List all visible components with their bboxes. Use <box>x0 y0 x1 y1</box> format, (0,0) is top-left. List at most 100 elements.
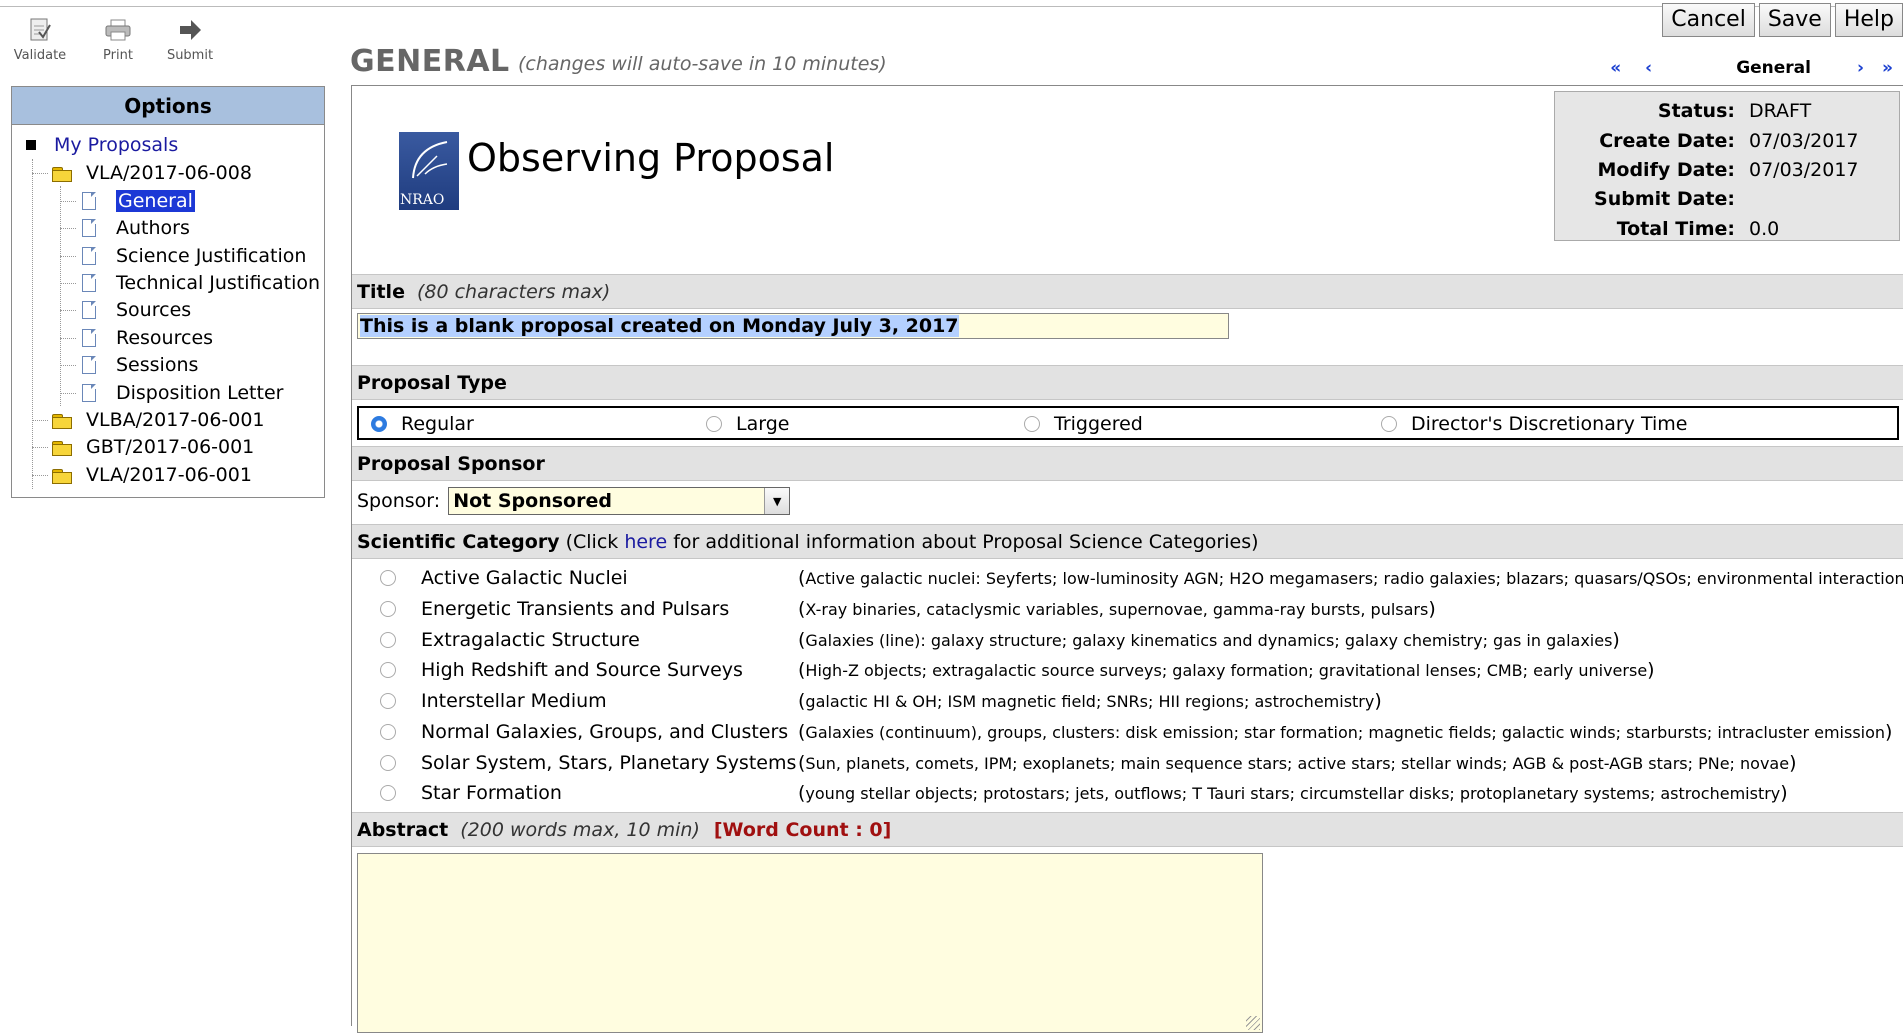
create-date-value: 07/03/2017 <box>1749 130 1859 152</box>
page-subtitle: (changes will auto-save in 10 minutes) <box>518 53 887 75</box>
abstract-section-header: Abstract (200 words max, 10 min) [Word C… <box>352 812 1903 847</box>
submit-label: Submit <box>166 48 214 63</box>
radio-dish-icon <box>412 141 448 179</box>
prev-page-button[interactable]: ‹ <box>1645 58 1652 78</box>
type-option-label: Regular <box>401 413 474 435</box>
radio-icon[interactable] <box>380 755 396 771</box>
tree-section-sources[interactable]: Sources <box>82 297 191 323</box>
document-icon <box>82 301 96 319</box>
radio-icon[interactable] <box>380 724 396 740</box>
document-icon <box>82 274 96 292</box>
validate-button[interactable]: Validate <box>9 16 71 63</box>
tree-line <box>32 447 48 448</box>
print-button[interactable]: Print <box>87 16 149 63</box>
sponsor-select-value: Not Sponsored <box>453 490 612 512</box>
tree-line <box>60 310 76 311</box>
save-button[interactable]: Save <box>1758 3 1831 37</box>
cancel-button[interactable]: Cancel <box>1662 3 1755 37</box>
type-regular-option[interactable]: Regular <box>371 413 474 435</box>
help-button[interactable]: Help <box>1834 3 1903 37</box>
tree-section-disposition-letter[interactable]: Disposition Letter <box>82 380 283 406</box>
document-icon <box>82 219 96 237</box>
folder-icon <box>52 467 72 484</box>
total-time-value: 0.0 <box>1749 218 1780 240</box>
validate-label: Validate <box>13 48 67 63</box>
submit-button[interactable]: Submit <box>159 16 221 63</box>
tree-proposal-vlba-001[interactable]: VLBA/2017-06-001 <box>52 407 265 433</box>
type-option-label: Triggered <box>1054 413 1143 435</box>
category-desc-text: High-Z objects; extragalactic source sur… <box>805 661 1648 680</box>
status-value: DRAFT <box>1749 100 1812 122</box>
tree-proposal-label: VLBA/2017-06-001 <box>86 409 265 431</box>
radio-icon[interactable] <box>380 632 396 648</box>
resize-grip-icon[interactable] <box>1246 1016 1260 1030</box>
tree-proposal-vla-001[interactable]: VLA/2017-06-001 <box>52 462 252 488</box>
title-input-value: This is a blank proposal created on Mond… <box>360 315 959 337</box>
tree-line <box>60 256 76 257</box>
category-row[interactable]: Extragalactic Structure (Galaxies (line)… <box>352 625 1903 655</box>
radio-icon[interactable] <box>1024 416 1040 432</box>
category-description: (galactic HI & OH; ISM magnetic field; S… <box>798 690 1382 712</box>
radio-icon[interactable] <box>706 416 722 432</box>
radio-icon[interactable] <box>380 662 396 678</box>
tree-line <box>60 365 76 366</box>
category-row[interactable]: Normal Galaxies, Groups, and Clusters (G… <box>352 717 1903 747</box>
type-ddt-option[interactable]: Director's Discretionary Time <box>1381 413 1687 435</box>
radio-icon[interactable] <box>380 785 396 801</box>
tree-section-general[interactable]: General <box>82 188 195 214</box>
abstract-hint: (200 words max, 10 min) <box>460 818 700 841</box>
tree-line <box>32 475 48 476</box>
tree-section-technical-justification[interactable]: Technical Justification <box>82 270 320 296</box>
last-page-button[interactable]: » <box>1882 58 1893 78</box>
type-triggered-option[interactable]: Triggered <box>1024 413 1143 435</box>
category-row[interactable]: Solar System, Stars, Planetary Systems (… <box>352 748 1903 778</box>
category-description: (High-Z objects; extragalactic source su… <box>798 659 1655 681</box>
radio-selected-icon[interactable] <box>371 416 387 432</box>
nrao-logo: NRAO <box>399 132 459 210</box>
radio-icon[interactable] <box>380 693 396 709</box>
tree-line <box>60 283 76 284</box>
radio-icon[interactable] <box>1381 416 1397 432</box>
category-row[interactable]: High Redshift and Source Surveys (High-Z… <box>352 655 1903 685</box>
next-page-button[interactable]: › <box>1857 58 1864 78</box>
document-icon <box>82 384 96 402</box>
category-post-text: for additional information about Proposa… <box>673 530 1259 553</box>
category-name: High Redshift and Source Surveys <box>421 659 743 681</box>
category-name: Star Formation <box>421 782 562 804</box>
tree-proposal-gbt-001[interactable]: GBT/2017-06-001 <box>52 434 254 460</box>
tree-root[interactable]: My Proposals <box>26 132 178 158</box>
chevron-down-icon[interactable]: ▼ <box>764 488 790 514</box>
sponsor-select[interactable]: Not Sponsored ▼ <box>448 487 791 515</box>
tree-line <box>32 173 48 174</box>
tree-section-authors[interactable]: Authors <box>82 215 190 241</box>
category-name: Active Galactic Nuclei <box>421 567 628 589</box>
submit-date-label: Submit Date: <box>1594 188 1735 210</box>
type-large-option[interactable]: Large <box>706 413 789 435</box>
category-desc-text: Galaxies (continuum), groups, clusters: … <box>805 723 1886 742</box>
category-desc-text: Sun, planets, comets, IPM; exoplanets; m… <box>805 754 1790 773</box>
radio-icon[interactable] <box>380 601 396 617</box>
category-desc-text: Galaxies (line): galaxy structure; galax… <box>805 631 1613 650</box>
options-panel: Options My Proposals VLA/2017-06-008 Gen… <box>11 86 325 498</box>
abstract-textarea[interactable] <box>357 853 1263 1033</box>
category-row[interactable]: Interstellar Medium (galactic HI & OH; I… <box>352 686 1903 716</box>
first-page-button[interactable]: « <box>1610 58 1621 78</box>
title-input[interactable]: This is a blank proposal created on Mond… <box>357 313 1229 339</box>
tree-line <box>60 228 76 229</box>
category-row[interactable]: Star Formation (young stellar objects; p… <box>352 778 1903 808</box>
tree-proposal-vla-008[interactable]: VLA/2017-06-008 <box>52 160 252 186</box>
category-row[interactable]: Active Galactic Nuclei (Active galactic … <box>352 563 1903 593</box>
category-info-link[interactable]: here <box>624 531 667 553</box>
tree-line <box>32 159 33 489</box>
tree-section-resources[interactable]: Resources <box>82 325 213 351</box>
my-proposals-link[interactable]: My Proposals <box>54 134 178 156</box>
tree-proposal-label: VLA/2017-06-008 <box>86 162 252 184</box>
tree-section-label: Resources <box>116 327 214 349</box>
category-description: (X-ray binaries, cataclysmic variables, … <box>798 598 1436 620</box>
tree-section-sessions[interactable]: Sessions <box>82 352 198 378</box>
tree-section-science-justification[interactable]: Science Justification <box>82 243 306 269</box>
document-icon <box>82 356 96 374</box>
word-count: [Word Count : 0] <box>713 818 892 841</box>
category-row[interactable]: Energetic Transients and Pulsars (X-ray … <box>352 594 1903 624</box>
radio-icon[interactable] <box>380 570 396 586</box>
